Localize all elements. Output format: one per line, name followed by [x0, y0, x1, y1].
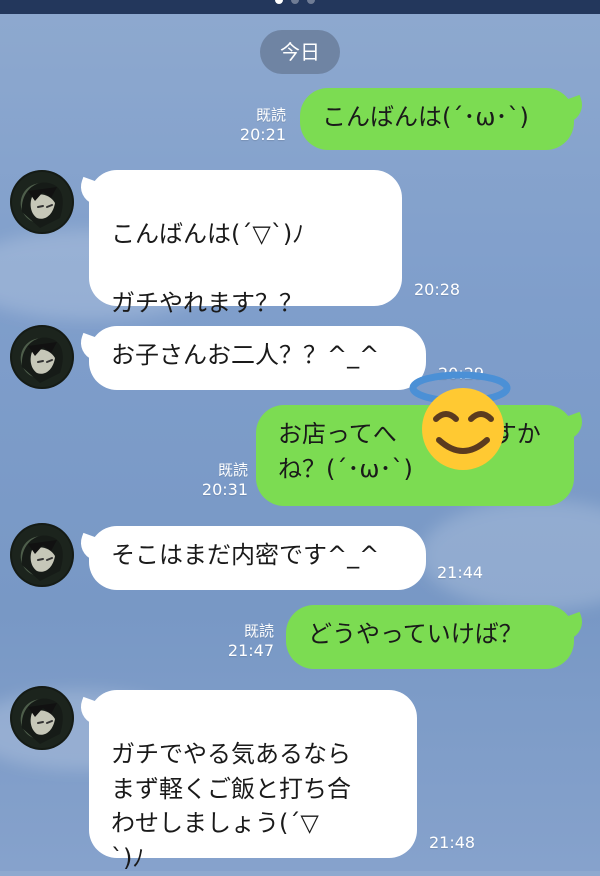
read-label: 既読: [255, 106, 286, 124]
message-text: そこはまだ内密です^_^: [111, 541, 380, 569]
message-time: 21:44: [437, 563, 484, 582]
read-receipt: 既読 21:47: [224, 622, 274, 660]
message-time: 20:21: [239, 125, 286, 144]
sender-avatar[interactable]: [10, 325, 74, 389]
message-time: 21:47: [227, 641, 274, 660]
sender-avatar[interactable]: [10, 686, 74, 750]
message-bubble-incoming[interactable]: そこはまだ内密です^_^: [89, 526, 426, 590]
read-label: 既読: [243, 622, 274, 640]
page-indicator: [275, 0, 315, 4]
message-bubble-incoming[interactable]: こんばんは(´▽`)ﾉ ガチやれます？？: [89, 170, 402, 317]
message-text: どうやっていけば？: [308, 620, 523, 648]
read-label: 既読: [217, 461, 248, 479]
message-text: ガチでやる気あるなら まず軽くご飯と打ち合 わせしましょう(´▽ `)ﾉ: [111, 739, 351, 873]
message-bubble-outgoing[interactable]: どうやっていけば？: [286, 605, 574, 669]
page-dot: [307, 0, 315, 4]
message-text: こんばんは(´･ω･`): [322, 103, 529, 131]
message-time: 21:48: [429, 833, 476, 852]
message-text: こんばんは(´▽`)ﾉ ガチやれます？？: [111, 219, 305, 318]
message-time: 20:31: [201, 480, 248, 499]
message-time: 20:28: [414, 280, 461, 299]
top-status-strip: [0, 0, 600, 14]
smiling-halo-emoji-icon: [409, 371, 511, 470]
sender-avatar[interactable]: [10, 170, 74, 234]
message-bubble-incoming[interactable]: お子さんお二人？？^_^: [89, 326, 426, 390]
read-receipt: 既読 20:21: [236, 106, 286, 144]
message-bubble-outgoing[interactable]: こんばんは(´･ω･`): [300, 88, 574, 150]
message-text: お子さんお二人？？^_^: [111, 341, 380, 369]
read-receipt: 既読 20:31: [198, 461, 248, 499]
sender-avatar[interactable]: [10, 523, 74, 587]
message-bubble-incoming[interactable]: ガチでやる気あるなら まず軽くご飯と打ち合 わせしましょう(´▽ `)ﾉ: [89, 690, 417, 872]
page-dot: [291, 0, 299, 4]
date-separator: 今日: [260, 30, 340, 74]
page-dot-active: [275, 0, 283, 4]
